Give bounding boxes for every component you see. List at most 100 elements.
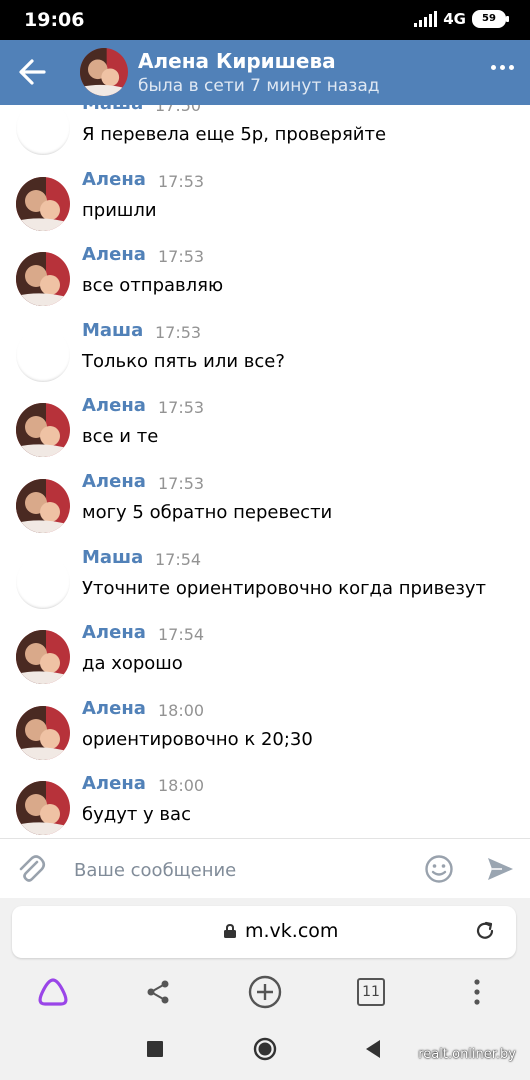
new-tab-button[interactable] (245, 972, 285, 1012)
triangle-back-icon (366, 1040, 380, 1058)
photo-avatar-icon (16, 630, 70, 685)
url-bar[interactable]: m.vk.com (12, 906, 516, 958)
arrow-left-icon (19, 59, 46, 85)
message-text: Только пять или все? (82, 350, 285, 372)
status-bar: 19:06 4G 59 (0, 0, 530, 40)
message-time: 18:00 (158, 700, 205, 720)
message-author[interactable]: Алена (82, 622, 146, 643)
share-button[interactable] (138, 972, 178, 1012)
battery-icon: 59 (472, 10, 509, 28)
system-back-button[interactable] (358, 1034, 388, 1064)
emoji-button[interactable] (424, 854, 454, 884)
message-time: 17:50 (155, 105, 202, 115)
message-item[interactable]: Алена 17:53 пришли (0, 167, 530, 243)
sender-avatar[interactable] (16, 327, 70, 382)
message-item[interactable]: Алена 17:53 могу 5 обратно перевести (0, 469, 530, 545)
message-text: да хорошо (82, 653, 183, 675)
message-text: Уточните ориентировочно когда привезут (82, 577, 487, 599)
message-item[interactable]: Алена 18:00 будут у вас (0, 771, 530, 838)
message-text: ориентировочно к 20;30 (82, 728, 313, 750)
smile-icon (425, 855, 453, 883)
lock-icon (224, 924, 236, 938)
plus-circle-icon (248, 975, 282, 1009)
sender-avatar[interactable] (16, 781, 70, 836)
message-time: 18:00 (158, 776, 205, 796)
tabs-count: 11 (357, 978, 385, 1006)
photo-avatar-icon (16, 252, 70, 307)
message-input[interactable] (72, 853, 406, 887)
message-composer (0, 838, 530, 899)
message-time: 17:54 (155, 549, 202, 569)
contact-name[interactable]: Алена Киришева (138, 49, 336, 73)
message-time: 17:53 (158, 247, 205, 267)
reload-icon[interactable] (474, 920, 496, 942)
message-item[interactable]: Маша 17:53 Только пять или все? (0, 318, 530, 394)
signal-icon (414, 11, 438, 27)
photo-avatar-icon (16, 705, 70, 760)
message-text: пришли (82, 199, 157, 221)
send-arrow-icon (488, 858, 513, 880)
sender-avatar[interactable] (16, 479, 70, 533)
share-icon (147, 980, 169, 1004)
message-text: будут у вас (82, 804, 191, 826)
sender-avatar[interactable] (16, 554, 70, 609)
url-text[interactable]: m.vk.com (245, 920, 338, 942)
message-text: могу 5 обратно перевести (82, 502, 333, 523)
message-item[interactable]: Маша 17:54 Уточните ориентировочно когда п… (0, 545, 530, 621)
back-button[interactable] (14, 54, 54, 90)
recent-apps-button[interactable] (140, 1034, 170, 1064)
sender-avatar[interactable] (16, 105, 70, 155)
message-item[interactable]: Алена 17:53 все отправляю (0, 242, 530, 318)
status-indicators: 4G 59 (414, 10, 509, 28)
more-button[interactable] (491, 65, 514, 70)
photo-avatar-icon (16, 176, 70, 231)
circle-icon (253, 1037, 277, 1061)
message-author[interactable]: Маша (82, 547, 143, 568)
message-author[interactable]: Алена (82, 169, 146, 190)
message-author[interactable]: Маша (82, 320, 143, 341)
attach-button[interactable] (16, 853, 46, 885)
home-button[interactable] (250, 1034, 280, 1064)
message-list[interactable]: Маша 17:50 Я перевела еще 5р, проверяйте Ал… (0, 105, 530, 838)
vertical-dots-icon (474, 979, 480, 1005)
chat-header: Алена Киришева была в сети 7 минут назад (0, 40, 530, 105)
message-item[interactable]: Маша 17:50 Я перевела еще 5р, проверяйте (0, 105, 530, 167)
message-item[interactable]: Алена 18:00 ориентировочно к 20;30 (0, 696, 530, 772)
message-text: все и те (82, 426, 159, 448)
alice-button[interactable] (33, 972, 73, 1012)
alice-icon (38, 978, 68, 1006)
message-author[interactable]: Маша (82, 105, 143, 114)
sender-avatar[interactable] (16, 176, 70, 231)
message-author[interactable]: Алена (82, 471, 146, 492)
sender-avatar[interactable] (16, 705, 70, 760)
message-author[interactable]: Алена (82, 773, 146, 794)
message-item[interactable]: Алена 17:54 да хорошо (0, 620, 530, 696)
tabs-button[interactable]: 11 (351, 972, 391, 1012)
photo-avatar-icon (16, 403, 70, 458)
square-icon (147, 1041, 163, 1057)
message-time: 17:54 (158, 625, 205, 645)
message-author[interactable]: Алена (82, 395, 146, 416)
network-type: 4G (443, 10, 466, 28)
sender-avatar[interactable] (16, 403, 70, 458)
message-time: 17:53 (158, 398, 205, 418)
system-navigation: realt.onliner.by (0, 1016, 530, 1080)
browser-toolbar: 11 (0, 966, 530, 1016)
photo-avatar-icon (16, 479, 70, 533)
message-text: Я перевела еще 5р, проверяйте (82, 124, 387, 145)
status-time: 19:06 (24, 9, 85, 31)
sender-avatar[interactable] (16, 252, 70, 307)
contact-last-seen: была в сети 7 минут назад (138, 76, 380, 96)
message-item[interactable]: Алена 17:53 все и те (0, 393, 530, 469)
sender-avatar[interactable] (16, 630, 70, 685)
more-dots-icon (491, 65, 496, 70)
contact-avatar[interactable] (80, 48, 128, 96)
message-time: 17:53 (158, 171, 205, 191)
browser-menu-button[interactable] (457, 972, 497, 1012)
photo-avatar-icon (16, 781, 70, 836)
message-time: 17:53 (155, 322, 202, 342)
message-author[interactable]: Алена (82, 698, 146, 719)
message-time: 17:53 (158, 474, 205, 493)
send-button[interactable] (486, 855, 514, 883)
message-author[interactable]: Алена (82, 244, 146, 265)
